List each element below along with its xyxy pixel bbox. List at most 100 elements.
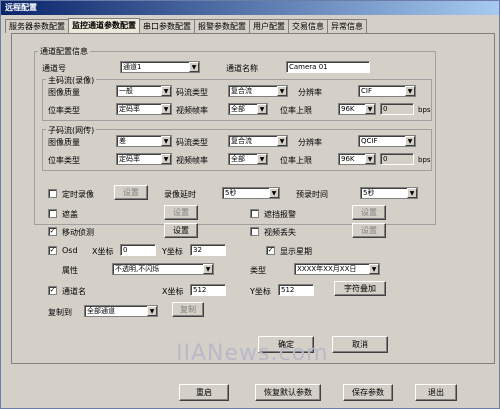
sub-bitrate-custom-input[interactable]: 0	[380, 153, 414, 165]
prerecord-time-select[interactable]: 5秒 ▼	[360, 187, 418, 199]
osd-checkbox[interactable]: ✓	[48, 246, 57, 255]
osd-attr-select[interactable]: 不透明,不闪烁 ▼	[112, 263, 214, 275]
osd-label: Osd	[62, 246, 78, 255]
sub-resolution-select[interactable]: QCIF ▼	[358, 135, 416, 147]
copy-to-label: 复制到	[48, 308, 72, 317]
channel-number-select[interactable]: 通道1 ▼	[120, 61, 200, 73]
mask-alarm-label: 遮挡报警	[264, 210, 296, 219]
tab-serial-params[interactable]: 串口参数配置	[139, 19, 195, 33]
channel-number-label: 通道号	[42, 64, 66, 73]
main-resolution-label: 分辨率	[298, 88, 322, 97]
main-framerate-label: 视频帧率	[176, 106, 208, 115]
chevron-down-icon: ▼	[405, 86, 415, 96]
chevron-down-icon: ▼	[407, 188, 417, 198]
main-bitrate-max-select[interactable]: 96K ▼	[338, 103, 376, 115]
chevron-down-icon: ▼	[365, 154, 375, 164]
cancel-button[interactable]: 取消	[332, 336, 388, 353]
chevron-down-icon: ▼	[269, 188, 279, 198]
show-week-checkbox[interactable]: ✓	[266, 246, 275, 255]
schedule-record-checkbox[interactable]	[48, 189, 57, 198]
remote-config-window: 远程配置 服务器参数配置 监控通道参数配置 串口参数配置 报警参数配置 用户配置…	[0, 0, 500, 409]
chevron-down-icon: ▼	[369, 264, 379, 274]
sub-bitrate-max-select[interactable]: 96K ▼	[338, 153, 376, 165]
main-bitrate-type-select[interactable]: 定码率 ▼	[116, 103, 172, 115]
osd-x-input[interactable]: 0	[120, 244, 156, 256]
osd-type-select[interactable]: XXXX年XX月XX日 ▼	[294, 263, 380, 275]
channel-name-input[interactable]: Camera 01	[286, 61, 370, 73]
copy-to-select[interactable]: 全部通道 ▼	[84, 305, 158, 317]
main-bitrate-max-label: 位率上限	[280, 106, 312, 115]
sub-bitrate-type-select[interactable]: 定码率 ▼	[116, 153, 172, 165]
sub-framerate-select[interactable]: 全部 ▼	[228, 153, 268, 165]
sub-bitrate-unit: bps	[418, 156, 431, 164]
video-loss-settings-button[interactable]: 设置	[352, 223, 386, 238]
main-stream-type-select[interactable]: 复合流 ▼	[228, 85, 288, 97]
motion-detect-checkbox[interactable]: ✓	[48, 227, 57, 236]
sub-stream-type-label: 码流类型	[176, 138, 208, 147]
tab-server-params[interactable]: 服务器参数配置	[5, 19, 69, 33]
mask-checkbox[interactable]	[48, 209, 57, 218]
char-overlay-button[interactable]: 字符叠加	[334, 281, 386, 296]
sub-resolution-label: 分辨率	[298, 138, 322, 147]
chevron-down-icon: ▼	[257, 104, 267, 114]
video-loss-label: 视频丢失	[264, 228, 296, 237]
sub-stream-title: 子码流(网传)	[46, 125, 97, 136]
window-title: 远程配置	[1, 1, 499, 15]
tab-alarm-params[interactable]: 报警参数配置	[194, 19, 250, 33]
save-params-button[interactable]: 保存参数	[343, 384, 393, 401]
chevron-down-icon: ▼	[161, 104, 171, 114]
motion-settings-button[interactable]: 设置	[164, 223, 198, 238]
restore-defaults-button[interactable]: 恢复默认参数	[255, 384, 321, 401]
exit-button[interactable]: 退出	[415, 384, 457, 401]
chevron-down-icon: ▼	[277, 86, 287, 96]
tab-channel-params[interactable]: 监控通道参数配置	[68, 18, 140, 33]
osd-type-label: 类型	[250, 266, 266, 275]
tab-transaction-info[interactable]: 交易信息	[288, 19, 328, 33]
main-bitrate-type-label: 位率类型	[48, 106, 80, 115]
mask-label: 遮盖	[62, 210, 78, 219]
main-framerate-select[interactable]: 全部 ▼	[228, 103, 268, 115]
sub-stream-type-select[interactable]: 复合流 ▼	[228, 135, 288, 147]
channel-name-y-input[interactable]: 512	[278, 284, 314, 296]
chevron-down-icon: ▼	[161, 154, 171, 164]
chevron-down-icon: ▼	[203, 264, 213, 274]
sub-framerate-label: 视频帧率	[176, 156, 208, 165]
mask-settings-button[interactable]: 设置	[164, 205, 198, 220]
video-loss-checkbox[interactable]	[250, 227, 259, 236]
channel-name-y-label: Y坐标	[250, 287, 271, 296]
record-delay-select[interactable]: 5秒 ▼	[222, 187, 280, 199]
restart-button[interactable]: 重启	[179, 384, 229, 401]
record-delay-label: 录像延时	[164, 190, 196, 199]
main-quality-select[interactable]: 一般 ▼	[116, 85, 172, 97]
main-bitrate-custom-input[interactable]: 0	[380, 103, 414, 115]
channel-config-group-title: 通道配置信息	[38, 46, 90, 57]
channel-config-panel: 通道配置信息 通道号 通道1 ▼ 通道名称 Camera 01 主码流(录像) 图…	[11, 33, 495, 364]
chevron-down-icon: ▼	[277, 136, 287, 146]
sub-quality-select[interactable]: 差 ▼	[116, 135, 172, 147]
channel-name-x-label: X坐标	[162, 287, 184, 296]
tab-user-config[interactable]: 用户配置	[249, 19, 289, 33]
prerecord-time-label: 预录时间	[296, 190, 328, 199]
chevron-down-icon: ▼	[161, 136, 171, 146]
watermark: IIANews.com	[176, 341, 329, 366]
schedule-record-label: 定时录像	[62, 190, 94, 199]
mask-alarm-checkbox[interactable]	[250, 209, 259, 218]
mask-alarm-settings-button[interactable]: 设置	[352, 205, 386, 220]
main-bitrate-unit: bps	[418, 106, 431, 114]
schedule-settings-button[interactable]: 设置	[114, 185, 148, 200]
channel-name-overlay-label: 通道名	[62, 287, 86, 296]
chevron-down-icon: ▼	[257, 154, 267, 164]
sub-bitrate-max-label: 位率上限	[280, 156, 312, 165]
osd-y-input[interactable]: 32	[190, 244, 226, 256]
channel-name-label: 通道名称	[226, 64, 258, 73]
channel-name-x-input[interactable]: 512	[190, 284, 226, 296]
channel-name-checkbox[interactable]: ✓	[48, 286, 57, 295]
sub-quality-label: 图像质量	[48, 138, 80, 147]
main-stream-type-label: 码流类型	[176, 88, 208, 97]
main-resolution-select[interactable]: CIF ▼	[358, 85, 416, 97]
sub-bitrate-type-label: 位率类型	[48, 156, 80, 165]
tab-exception-info[interactable]: 异常信息	[327, 19, 367, 33]
motion-detect-label: 移动侦测	[62, 228, 94, 237]
osd-attr-label: 属性	[62, 266, 78, 275]
copy-button[interactable]: 复制	[172, 302, 204, 317]
